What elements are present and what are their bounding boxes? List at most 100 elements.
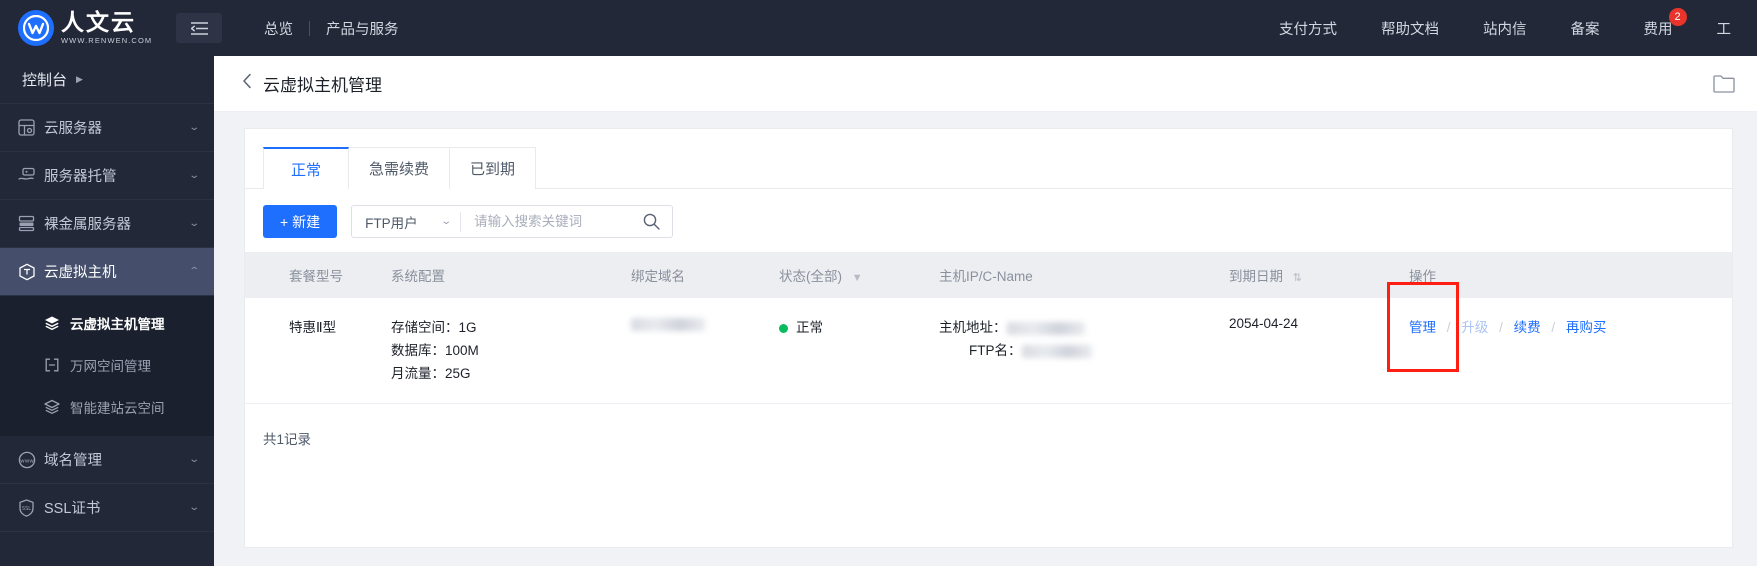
status-dot-icon (779, 323, 788, 333)
vhost-card: 正常 急需续费 已到期 + 新建 FTP用户 ⌄ 请输入搜索关键词 套餐型号 系… (244, 128, 1733, 548)
cell-plan: 特惠Ⅱ型 (245, 298, 375, 404)
sidebar: 控制台 ▶ 云服务器 ⌄ 服务器托管 ⌄ 裸金属服务器 ⌄ 云虚拟主机 ⌃ 云虚… (0, 56, 214, 566)
chevron-down-icon: ⌄ (440, 216, 452, 227)
col-expiry[interactable]: 到期日期 ⇅ (1213, 252, 1393, 298)
sidebar-item-label: 云服务器 (44, 121, 102, 137)
action-separator: / (1551, 320, 1556, 335)
search-icon[interactable] (631, 213, 672, 230)
search-input[interactable] (461, 206, 632, 237)
chevron-down-icon: ⌄ (187, 502, 200, 513)
sort-icon[interactable]: ⇅ (1293, 272, 1302, 284)
sidebar-item-label: 服务器托管 (44, 169, 117, 185)
tab-expired[interactable]: 已到期 (450, 147, 537, 189)
nav-item-products[interactable]: 产品与服务 (310, 18, 415, 39)
cell-config: 存储空间：1G 数据库：100M 月流量：25G (375, 298, 615, 404)
sidebar-item-label: 云虚拟主机 (44, 265, 117, 281)
nav-item-tickets[interactable]: 工 (1695, 18, 1754, 39)
masked-host-address (1006, 321, 1085, 335)
cell-host-ip: 主机地址： FTP名： (923, 298, 1213, 404)
folder-icon[interactable] (1713, 74, 1735, 93)
col-status-label: 状态(全部) (779, 269, 842, 284)
ftp-name-line: FTP名： (939, 339, 1197, 362)
primary-nav: 总览 产品与服务 (248, 18, 415, 39)
main-content: 云虚拟主机管理 正常 急需续费 已到期 + 新建 FTP用户 ⌄ 请输入搜索关键… (214, 56, 1757, 566)
collapse-menu-icon[interactable] (176, 13, 222, 43)
config-storage: 存储空间：1G (391, 320, 477, 335)
nav-item-icp[interactable]: 备案 (1549, 18, 1622, 39)
nav-item-overview[interactable]: 总览 (248, 18, 309, 39)
col-status[interactable]: 状态(全部) ▼ (763, 252, 923, 298)
secondary-nav: 支付方式 帮助文档 站内信 备案 费用 2 工 (1257, 7, 1757, 39)
sidebar-subitem-wanwang-space[interactable]: 万网空间管理 (0, 344, 214, 386)
page-header: 云虚拟主机管理 (214, 56, 1757, 112)
rack-icon (18, 215, 44, 232)
cell-status: 正常 (763, 298, 923, 404)
tab-urgent-renew[interactable]: 急需续费 (349, 147, 451, 189)
search-group: FTP用户 ⌄ (351, 205, 674, 238)
tab-normal[interactable]: 正常 (263, 147, 349, 189)
col-plan: 套餐型号 (245, 252, 375, 298)
table-toolbar: + 新建 FTP用户 ⌄ (245, 189, 1732, 252)
chevron-right-icon: ▶ (76, 74, 83, 84)
status-label: 正常 (796, 320, 823, 335)
app-root: 人文云 WWW.RENWEN.COM 总览 产品与服务 支付方式 帮助文档 站内… (0, 0, 1757, 566)
svg-text:SSL: SSL (22, 506, 31, 512)
table-header: 套餐型号 系统配置 绑定域名 状态(全部) ▼ 主机IP/C-Name 到期日期… (245, 252, 1732, 298)
ftp-name-label: FTP名： (969, 343, 1022, 358)
action-upgrade[interactable]: 升级 (1461, 320, 1488, 335)
col-host-ip: 主机IP/C-Name (923, 252, 1213, 298)
top-header: 人文云 WWW.RENWEN.COM 总览 产品与服务 支付方式 帮助文档 站内… (0, 0, 1757, 56)
sidebar-item-domain[interactable]: www 域名管理 ⌄ (0, 436, 214, 484)
sidebar-item-label: 域名管理 (44, 453, 102, 469)
sidebar-subitem-vhost-management[interactable]: 云虚拟主机管理 (0, 302, 214, 344)
status-tabs: 正常 急需续费 已到期 (245, 129, 1732, 189)
chevron-left-icon[interactable] (242, 73, 252, 94)
search-field-select[interactable]: FTP用户 ⌄ (352, 206, 460, 237)
sidebar-item-label: SSL证书 (44, 501, 101, 517)
action-manage[interactable]: 管理 (1409, 320, 1436, 335)
config-traffic: 月流量：25G (391, 366, 471, 381)
col-actions: 操作 (1393, 252, 1732, 298)
ssl-shield-icon: SSL (18, 498, 44, 517)
action-links: 管理 / 升级 / 续费 / 再购买 (1387, 282, 1607, 372)
host-address-label: 主机地址： (939, 320, 1007, 335)
sidebar-subitem-label: 智能建站云空间 (70, 401, 165, 416)
action-separator: / (1446, 320, 1451, 335)
cell-actions: 管理 / 升级 / 续费 / 再购买 (1387, 282, 1732, 404)
search-field-select-value: FTP用户 (365, 215, 418, 231)
action-repurchase[interactable]: 再购买 (1566, 320, 1607, 335)
sidebar-item-cloud-vhost[interactable]: 云虚拟主机 ⌃ (0, 248, 214, 296)
chevron-down-icon: ⌄ (187, 122, 200, 133)
sidebar-item-cloud-server[interactable]: 云服务器 ⌄ (0, 104, 214, 152)
sidebar-item-bare-metal[interactable]: 裸金属服务器 ⌄ (0, 200, 214, 248)
cube-icon (18, 263, 44, 281)
nav-item-help-docs[interactable]: 帮助文档 (1359, 18, 1461, 39)
table-row[interactable]: 特惠Ⅱ型 存储空间：1G 数据库：100M 月流量：25G 正常 主机地址： F… (245, 282, 1732, 404)
action-renew[interactable]: 续费 (1514, 320, 1541, 335)
sidebar-console-label: 控制台 (22, 72, 68, 89)
sidebar-console[interactable]: 控制台 ▶ (0, 56, 214, 104)
col-domain: 绑定域名 (615, 252, 763, 298)
sidebar-item-server-hosting[interactable]: 服务器托管 ⌄ (0, 152, 214, 200)
table-body: 特惠Ⅱ型 存储空间：1G 数据库：100M 月流量：25G 正常 主机地址： F… (245, 282, 1732, 404)
logo-wordmark: 人文云 (61, 9, 136, 36)
sidebar-item-label: 裸金属服务器 (44, 217, 131, 233)
chevron-up-icon: ⌃ (187, 266, 200, 277)
sidebar-item-ssl[interactable]: SSL SSL证书 ⌄ (0, 484, 214, 532)
sidebar-subitem-smart-site[interactable]: 智能建站云空间 (0, 386, 214, 428)
renwen-logo-icon (18, 10, 54, 46)
nav-item-messages[interactable]: 站内信 (1461, 18, 1549, 39)
config-database: 数据库：100M (391, 343, 479, 358)
vhost-table: 套餐型号 系统配置 绑定域名 状态(全部) ▼ 主机IP/C-Name 到期日期… (245, 252, 1732, 404)
nav-item-billing[interactable]: 费用 2 (1622, 7, 1695, 39)
status-badge: 2 (1668, 7, 1687, 26)
filter-icon[interactable]: ▼ (852, 272, 863, 284)
masked-domain (631, 317, 705, 331)
layers-icon (44, 399, 70, 415)
create-button[interactable]: + 新建 (263, 205, 338, 238)
brand-logo[interactable]: 人文云 WWW.RENWEN.COM (0, 10, 168, 46)
col-config: 系统配置 (375, 252, 615, 298)
nav-item-payment[interactable]: 支付方式 (1257, 18, 1359, 39)
chevron-down-icon: ⌄ (187, 218, 200, 229)
col-expiry-label: 到期日期 (1229, 269, 1283, 284)
